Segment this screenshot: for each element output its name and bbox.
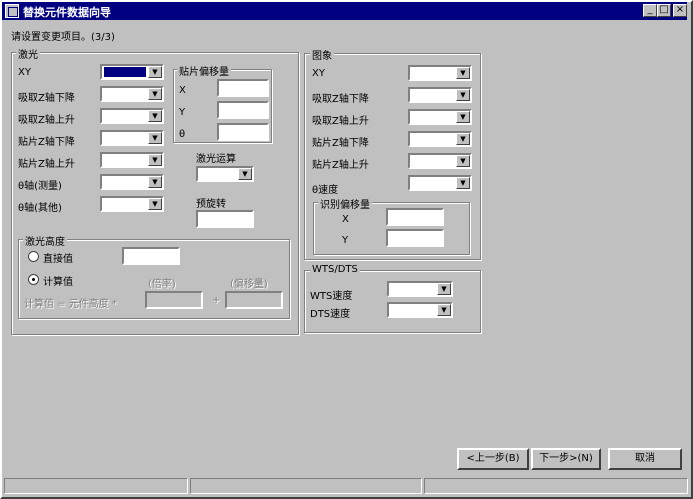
- magnification-label: (倍率): [148, 279, 176, 290]
- image-theta-speed-label: θ速度: [312, 185, 339, 196]
- status-pane-3: [424, 478, 688, 494]
- dts-speed-label: DTS速度: [310, 309, 351, 320]
- laser-pick-z-down-label: 吸取Z轴下降: [18, 93, 75, 104]
- chevron-down-icon[interactable]: ▼: [148, 110, 162, 122]
- laser-calc-label: 激光运算: [196, 154, 236, 165]
- laser-mount-z-down-combo[interactable]: ▼: [100, 130, 164, 146]
- laser-mount-z-up-combo[interactable]: ▼: [100, 152, 164, 168]
- chevron-down-icon[interactable]: ▼: [437, 304, 451, 316]
- back-button[interactable]: <上一步(B): [457, 448, 529, 470]
- status-pane-1: [4, 478, 188, 494]
- offset-input[interactable]: [225, 291, 283, 309]
- image-mount-z-down-combo[interactable]: ▼: [408, 131, 472, 147]
- mount-offset-x-input[interactable]: [217, 79, 269, 97]
- window-title: 替换元件数据向导: [23, 6, 111, 19]
- laser-pick-z-down-combo[interactable]: ▼: [100, 86, 164, 102]
- image-pick-z-down-combo[interactable]: ▼: [408, 87, 472, 103]
- title-bar[interactable]: 替换元件数据向导 _ □ ×: [2, 2, 687, 20]
- close-button[interactable]: ×: [673, 4, 687, 17]
- laser-theta-other-combo[interactable]: ▼: [100, 196, 164, 212]
- laser-pick-z-up-label: 吸取Z轴上升: [18, 115, 75, 126]
- prerotate-label: 预旋转: [196, 199, 226, 210]
- direct-value-radio[interactable]: [28, 251, 39, 262]
- wts-dts-title: WTS/DTS: [310, 264, 360, 275]
- chevron-down-icon[interactable]: ▼: [148, 154, 162, 166]
- formula-label: 计算值 = 元件高度 *: [24, 299, 117, 310]
- laser-calc-combo[interactable]: ▼: [196, 166, 254, 182]
- wts-speed-combo[interactable]: ▼: [387, 281, 453, 297]
- magnification-input[interactable]: [145, 291, 203, 309]
- chevron-down-icon[interactable]: ▼: [148, 66, 162, 78]
- recog-offset-title: 识别偏移量: [318, 196, 372, 211]
- image-pick-z-up-combo[interactable]: ▼: [408, 109, 472, 125]
- image-xy-combo[interactable]: ▼: [408, 65, 472, 81]
- image-mount-z-up-label: 贴片Z轴上升: [312, 160, 369, 171]
- dts-speed-combo[interactable]: ▼: [387, 302, 453, 318]
- image-mount-z-up-combo[interactable]: ▼: [408, 153, 472, 169]
- laser-xy-combo[interactable]: ▼: [100, 64, 164, 80]
- recog-offset-y-label: Y: [342, 235, 349, 246]
- offset-label: (偏移量): [230, 279, 268, 290]
- laser-mount-z-up-label: 贴片Z轴上升: [18, 159, 75, 170]
- chevron-down-icon[interactable]: ▼: [456, 133, 470, 145]
- laser-pick-z-up-combo[interactable]: ▼: [100, 108, 164, 124]
- chevron-down-icon[interactable]: ▼: [437, 283, 451, 295]
- laser-theta-other-label: θ轴(其他): [18, 203, 62, 214]
- chevron-down-icon[interactable]: ▼: [456, 155, 470, 167]
- image-theta-speed-combo[interactable]: ▼: [408, 175, 472, 191]
- chevron-down-icon[interactable]: ▼: [148, 176, 162, 188]
- laser-theta-measure-label: θ轴(测量): [18, 181, 62, 192]
- recog-offset-x-input[interactable]: [386, 208, 444, 226]
- recog-offset-x-label: X: [342, 214, 349, 225]
- maximize-button[interactable]: □: [657, 4, 671, 17]
- app-icon[interactable]: [5, 4, 19, 18]
- chevron-down-icon[interactable]: ▼: [456, 89, 470, 101]
- laser-theta-measure-combo[interactable]: ▼: [100, 174, 164, 190]
- mount-offset-title: 贴片偏移量: [177, 63, 231, 78]
- recog-offset-y-input[interactable]: [386, 229, 444, 247]
- laser-height-title: 激光高度: [23, 233, 67, 248]
- plus-label: +: [212, 295, 221, 306]
- chevron-down-icon[interactable]: ▼: [456, 67, 470, 79]
- chevron-down-icon[interactable]: ▼: [456, 111, 470, 123]
- instruction-text: 请设置变更项目。(3/3): [11, 32, 115, 43]
- minimize-button[interactable]: _: [643, 4, 657, 17]
- status-pane-2: [190, 478, 422, 494]
- wts-speed-label: WTS速度: [310, 291, 353, 302]
- chevron-down-icon[interactable]: ▼: [148, 88, 162, 100]
- mount-offset-y-input[interactable]: [217, 101, 269, 119]
- calc-value-radio[interactable]: [28, 274, 39, 285]
- next-button[interactable]: 下一步>(N): [531, 448, 601, 470]
- image-pick-z-up-label: 吸取Z轴上升: [312, 116, 369, 127]
- calc-value-label: 计算值: [43, 277, 73, 288]
- image-group-title: 图象: [310, 47, 334, 62]
- image-xy-label: XY: [312, 68, 325, 79]
- laser-xy-label: XY: [18, 67, 31, 78]
- chevron-down-icon[interactable]: ▼: [456, 177, 470, 189]
- laser-group-title: 激光: [16, 46, 40, 61]
- cancel-button[interactable]: 取消: [608, 448, 682, 470]
- direct-value-input[interactable]: [122, 247, 180, 265]
- mount-offset-x-label: X: [179, 85, 186, 96]
- chevron-down-icon[interactable]: ▼: [148, 198, 162, 210]
- image-mount-z-down-label: 贴片Z轴下降: [312, 138, 369, 149]
- chevron-down-icon[interactable]: ▼: [148, 132, 162, 144]
- prerotate-input[interactable]: [196, 210, 254, 228]
- mount-offset-y-label: Y: [179, 107, 186, 118]
- chevron-down-icon[interactable]: ▼: [238, 168, 252, 180]
- image-pick-z-down-label: 吸取Z轴下降: [312, 94, 369, 105]
- laser-mount-z-down-label: 贴片Z轴下降: [18, 137, 75, 148]
- mount-offset-theta-label: θ: [179, 129, 186, 140]
- mount-offset-theta-input[interactable]: [217, 123, 269, 141]
- direct-value-label: 直接值: [43, 254, 73, 265]
